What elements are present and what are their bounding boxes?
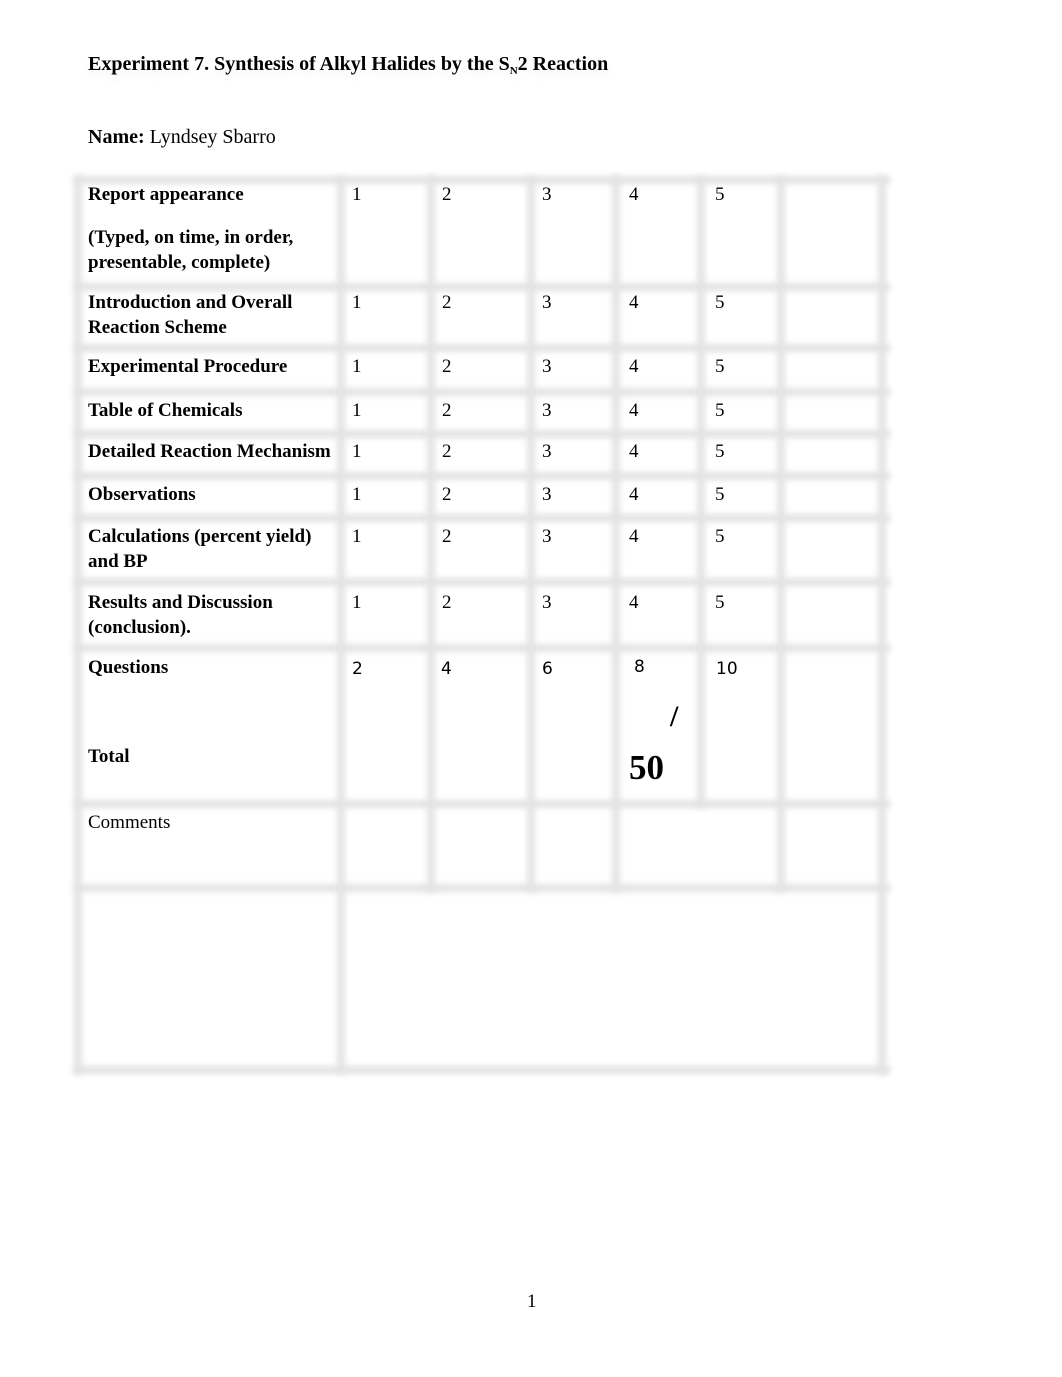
score-option[interactable]: 5 xyxy=(715,354,725,379)
score-option[interactable]: 2 xyxy=(442,182,452,207)
score-option[interactable]: 2 xyxy=(442,398,452,423)
score-option[interactable]: 8 xyxy=(634,655,645,680)
score-option[interactable]: 4 xyxy=(629,354,639,379)
score-option[interactable]: 2 xyxy=(442,524,452,549)
title-text: Experiment 7. Synthesis of Alkyl Halides… xyxy=(88,53,510,75)
score-option[interactable]: 2 xyxy=(442,290,452,315)
score-option[interactable]: 3 xyxy=(542,439,552,464)
score-option[interactable]: 5 xyxy=(715,439,725,464)
name-value: Lyndsey Sbarro xyxy=(144,126,276,148)
row-label-questions: Questions xyxy=(88,657,169,678)
row-label-report-appearance: Report appearance xyxy=(88,184,244,205)
score-option[interactable]: 3 xyxy=(542,182,552,207)
score-option[interactable]: 2 xyxy=(442,439,452,464)
row-label-reaction-mechanism: Detailed Reaction Mechanism xyxy=(88,441,331,462)
row-label-table-of-chemicals: Table of Chemicals xyxy=(88,400,243,421)
row-label-results-discussion: Results and Discussion (conclusion). xyxy=(88,592,273,638)
score-option[interactable]: 10 xyxy=(716,657,738,682)
score-option[interactable]: 3 xyxy=(542,524,552,549)
score-option[interactable]: 4 xyxy=(629,590,639,615)
page-number: 1 xyxy=(527,1291,537,1312)
score-option[interactable]: 2 xyxy=(352,657,363,682)
score-option[interactable]: 1 xyxy=(352,290,362,315)
score-option[interactable]: 4 xyxy=(629,524,639,549)
score-option[interactable]: 4 xyxy=(629,398,639,423)
score-option[interactable]: 5 xyxy=(715,290,725,315)
score-option[interactable]: 2 xyxy=(442,590,452,615)
row-label-experimental-procedure: Experimental Procedure xyxy=(88,356,288,377)
name-label: Name: xyxy=(88,126,145,148)
score-option[interactable]: 3 xyxy=(542,590,552,615)
total-slash: / xyxy=(670,700,679,733)
score-option[interactable]: 1 xyxy=(352,482,362,507)
score-option[interactable]: 4 xyxy=(441,657,452,682)
row-label-report-appearance-detail: (Typed, on time, in order, presentable, … xyxy=(88,227,294,273)
row-label-introduction: Introduction and Overall Reaction Scheme xyxy=(88,292,293,338)
comments-label: Comments xyxy=(88,812,171,833)
score-option[interactable]: 1 xyxy=(352,439,362,464)
score-option[interactable]: 4 xyxy=(629,439,639,464)
total-max-score: 50 xyxy=(629,748,664,787)
score-option[interactable]: 3 xyxy=(542,482,552,507)
comments-field[interactable] xyxy=(345,895,875,1063)
score-option[interactable]: 5 xyxy=(715,398,725,423)
title-suffix: 2 Reaction xyxy=(517,53,609,75)
row-label-total: Total xyxy=(88,746,130,767)
score-option[interactable]: 5 xyxy=(715,182,725,207)
score-option[interactable]: 3 xyxy=(542,398,552,423)
score-option[interactable]: 2 xyxy=(442,482,452,507)
score-option[interactable]: 3 xyxy=(542,354,552,379)
score-option[interactable]: 6 xyxy=(542,657,553,682)
score-option[interactable]: 1 xyxy=(352,354,362,379)
row-label-calculations: Calculations (percent yield) and BP xyxy=(88,526,312,572)
document-title: Experiment 7. Synthesis of Alkyl Halides… xyxy=(88,53,608,77)
score-option[interactable]: 5 xyxy=(715,590,725,615)
student-name-line: Name: Lyndsey Sbarro xyxy=(88,126,276,149)
score-option[interactable]: 5 xyxy=(715,482,725,507)
score-option[interactable]: 1 xyxy=(352,590,362,615)
title-subscript: N xyxy=(509,65,518,77)
score-option[interactable]: 1 xyxy=(352,524,362,549)
score-option[interactable]: 1 xyxy=(352,398,362,423)
score-option[interactable]: 4 xyxy=(629,182,639,207)
score-option[interactable]: 2 xyxy=(442,354,452,379)
score-option[interactable]: 3 xyxy=(542,290,552,315)
row-label-observations: Observations xyxy=(88,484,196,505)
score-option[interactable]: 1 xyxy=(352,182,362,207)
score-option[interactable]: 5 xyxy=(715,524,725,549)
score-option[interactable]: 4 xyxy=(629,290,639,315)
score-option[interactable]: 4 xyxy=(629,482,639,507)
